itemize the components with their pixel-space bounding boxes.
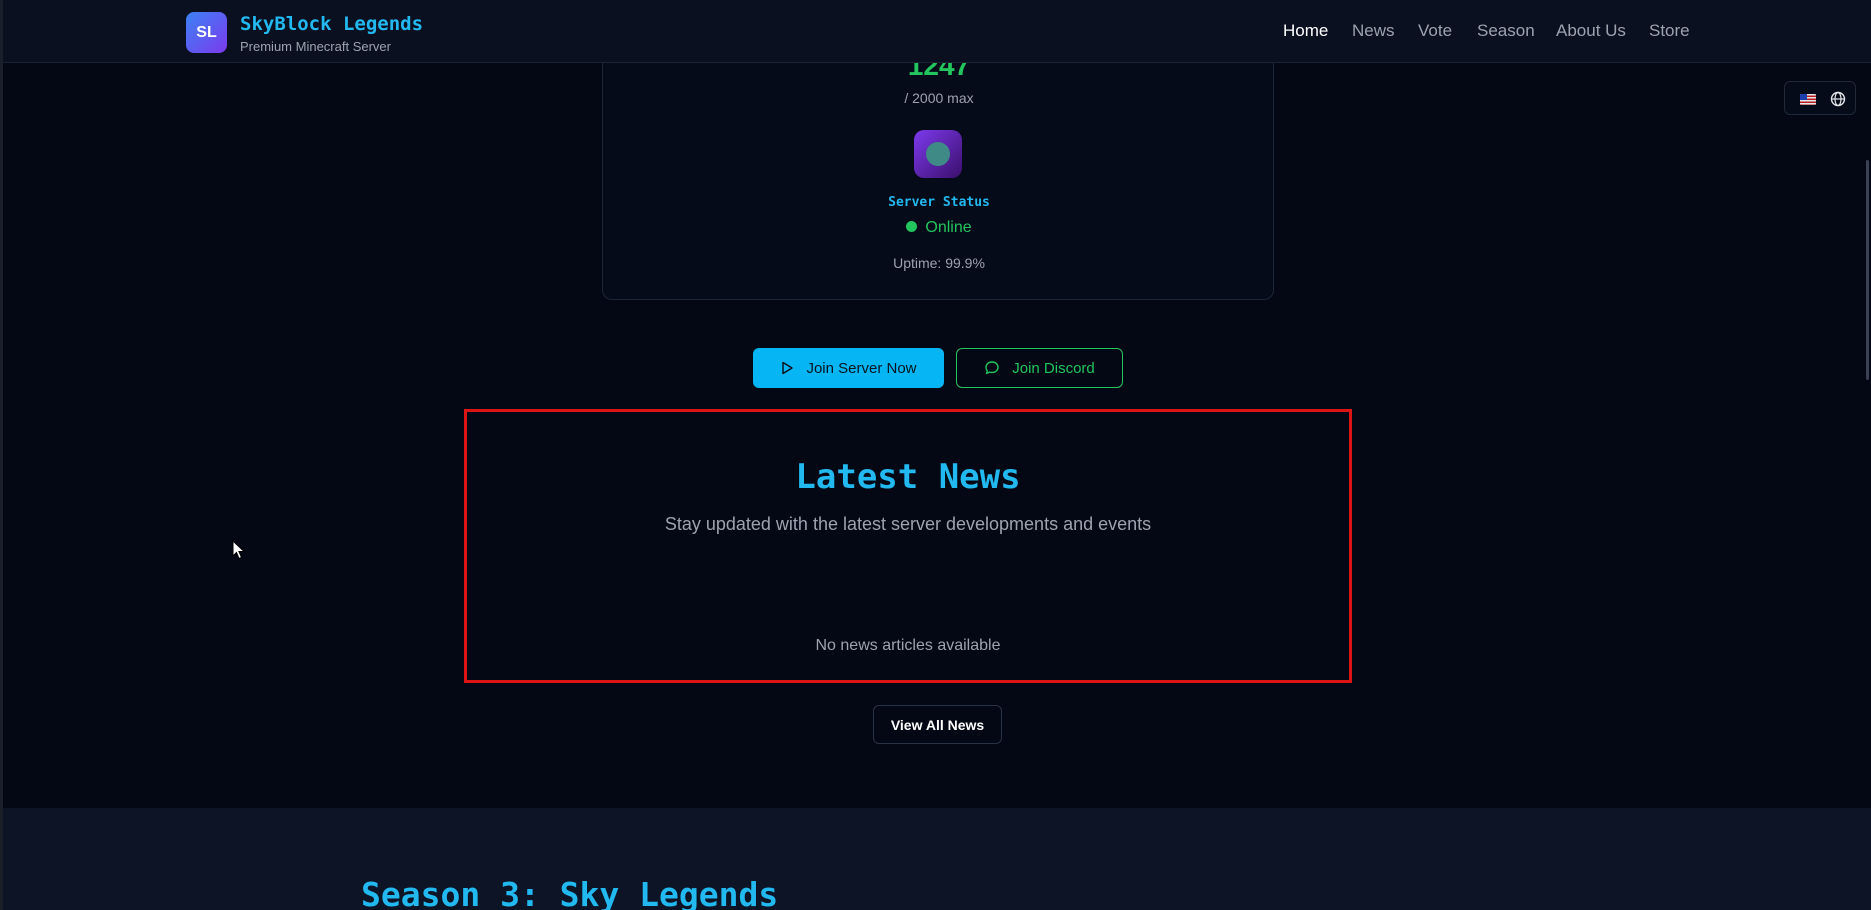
news-title: Latest News [795, 457, 1021, 497]
nav-season[interactable]: Season [1477, 21, 1535, 41]
uptime-text: Uptime: 99.9% [893, 255, 985, 271]
join-discord-label: Join Discord [1012, 359, 1095, 377]
globe-icon[interactable] [1830, 91, 1846, 107]
nav-vote[interactable]: Vote [1418, 21, 1452, 41]
window-edge [0, 0, 3, 910]
join-server-label: Join Server Now [806, 359, 917, 377]
page-scrollbar[interactable] [1866, 160, 1869, 380]
nav-news[interactable]: News [1352, 21, 1395, 41]
brand-tagline: Premium Minecraft Server [240, 39, 391, 54]
us-flag-icon[interactable] [1800, 94, 1816, 105]
news-subtitle: Stay updated with the latest server deve… [664, 514, 1152, 534]
online-text: Online [925, 219, 972, 236]
news-empty-message: No news articles available [815, 637, 1001, 654]
play-icon [782, 361, 794, 375]
site-header: SL SkyBlock Legends Premium Minecraft Se… [3, 0, 1871, 63]
language-switcher[interactable] [1784, 81, 1856, 115]
server-status-label: Server Status [888, 195, 990, 210]
season-title: Season 3: Sky Legends [361, 875, 779, 910]
nav-home[interactable]: Home [1283, 21, 1328, 41]
players-max: / 2000 max [904, 90, 974, 106]
mouse-cursor-icon [232, 540, 246, 560]
server-online-status: Online [603, 219, 1275, 237]
season-section: Season 3: Sky Legends [3, 808, 1871, 910]
chat-bubble-icon [985, 361, 999, 375]
nav-store[interactable]: Store [1649, 21, 1690, 41]
logo-badge[interactable]: SL [186, 12, 227, 53]
brand-name[interactable]: SkyBlock Legends [240, 13, 423, 35]
nav-about-us[interactable]: About Us [1556, 21, 1626, 41]
join-discord-button[interactable]: Join Discord [956, 348, 1123, 388]
latest-news-section: Latest News Stay updated with the latest… [464, 409, 1352, 683]
server-stats-card: 1247 / 2000 max Server Status Online Upt… [602, 30, 1274, 300]
online-indicator-icon [906, 221, 918, 232]
join-server-button[interactable]: Join Server Now [753, 348, 944, 388]
server-status-icon [914, 130, 962, 178]
view-all-news-button[interactable]: View All News [873, 705, 1002, 744]
